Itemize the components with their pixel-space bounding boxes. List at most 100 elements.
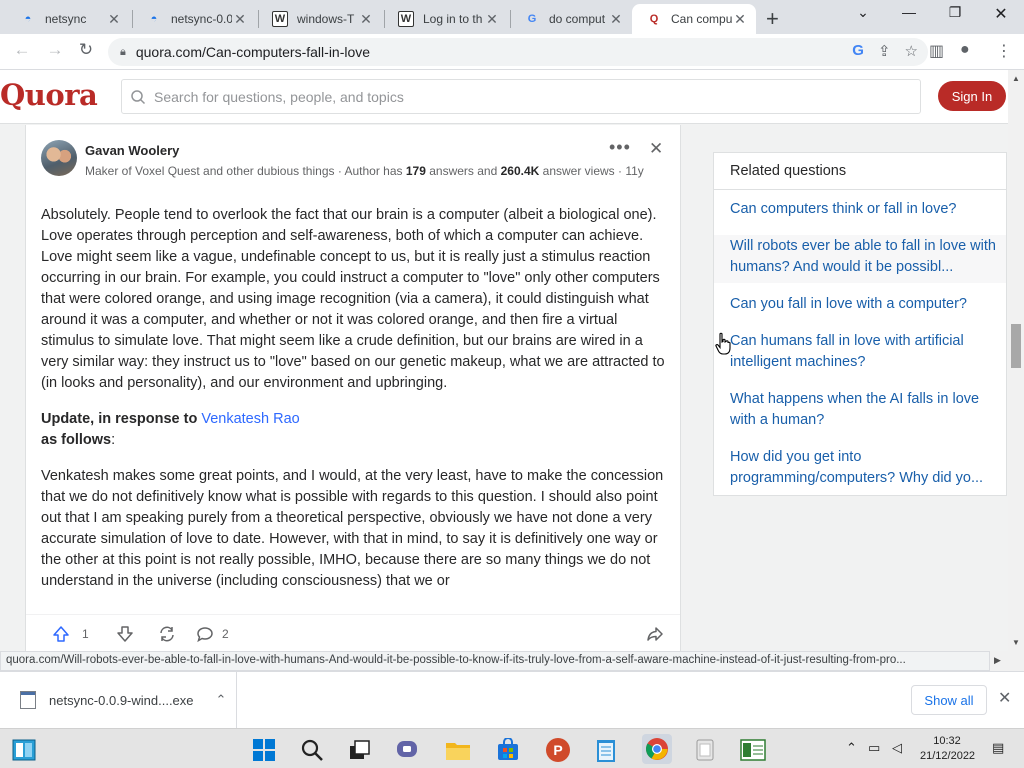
- network-icon[interactable]: ▭: [868, 740, 880, 756]
- search-icon: [131, 89, 146, 104]
- downvote-icon: [117, 626, 133, 642]
- search-input[interactable]: Search for questions, people, and topics: [121, 79, 921, 114]
- address-bar[interactable]: 🔒︎ quora.com/Can-computers-fall-in-love …: [108, 38, 928, 66]
- tab-title: Can compu: [671, 12, 732, 26]
- widgets-icon[interactable]: [11, 737, 37, 763]
- search-placeholder: Search for questions, people, and topics: [154, 88, 404, 105]
- profile-avatar-icon[interactable]: ●: [960, 41, 970, 59]
- tab-title: Log in to th: [423, 12, 483, 26]
- comment-button[interactable]: 2: [196, 625, 229, 643]
- tab-title: windows-T: [297, 12, 355, 26]
- p-app-icon[interactable]: P: [545, 737, 571, 763]
- close-tab-icon[interactable]: ✕: [106, 11, 122, 28]
- close-icon[interactable]: ✕: [649, 139, 663, 159]
- share-answer-button[interactable]: [646, 625, 664, 643]
- author-name[interactable]: Gavan Woolery: [85, 143, 179, 158]
- mention-link[interactable]: Venkatesh Rao: [201, 411, 299, 427]
- close-tab-icon[interactable]: ✕: [232, 11, 248, 28]
- tab-search-icon[interactable]: ⌄: [848, 4, 878, 21]
- related-question-link[interactable]: How did you get into programming/compute…: [730, 447, 998, 489]
- file-app-icon[interactable]: [692, 737, 718, 763]
- show-all-button[interactable]: Show all: [911, 685, 987, 715]
- page-scrollbar[interactable]: ▲ ▼: [1008, 70, 1024, 652]
- lock-icon[interactable]: 🔒︎: [120, 46, 126, 59]
- spreadsheet-app-icon[interactable]: [740, 737, 766, 763]
- menu-kebab-icon[interactable]: ⋮: [996, 41, 1012, 61]
- system-clock[interactable]: 10:32 21/12/2022: [920, 734, 976, 764]
- wikipedia-icon: W: [398, 11, 414, 27]
- volume-icon[interactable]: ◁: [892, 740, 902, 756]
- search-icon[interactable]: [299, 737, 325, 763]
- answer-body: Absolutely. People tend to overlook the …: [41, 205, 667, 607]
- file-explorer-icon[interactable]: [445, 737, 471, 763]
- upvote-icon: [53, 626, 69, 642]
- chrome-icon[interactable]: [642, 734, 672, 764]
- tab-netsync-release[interactable]: ◓ netsync-0.0 ✕: [132, 4, 256, 34]
- comment-count: 2: [222, 627, 229, 641]
- start-windows-icon[interactable]: [251, 737, 277, 763]
- close-tab-icon[interactable]: ✕: [608, 11, 624, 28]
- related-question-link[interactable]: Can you fall in love with a computer?: [730, 294, 998, 315]
- answer-age: 11y: [625, 164, 644, 178]
- close-download-bar-icon[interactable]: ✕: [998, 688, 1011, 708]
- restore-button[interactable]: ❐: [940, 4, 970, 21]
- answer-actions: 1 2: [26, 614, 680, 651]
- sign-in-button[interactable]: Sign In: [938, 81, 1006, 111]
- related-question-link[interactable]: Can computers think or fall in love?: [730, 199, 998, 220]
- scrollbar-thumb[interactable]: [1011, 324, 1021, 368]
- share-icon[interactable]: ⇪: [878, 42, 891, 60]
- chat-icon[interactable]: [395, 737, 421, 763]
- minimize-button[interactable]: —: [894, 4, 924, 20]
- back-icon[interactable]: ←: [10, 40, 34, 60]
- forward-icon[interactable]: →: [43, 40, 67, 60]
- download-item[interactable]: netsync-0.0.9-wind....exe ⌃: [0, 672, 237, 728]
- link-status-bar: quora.com/Will-robots-ever-be-able-to-fa…: [0, 651, 990, 671]
- notifications-icon[interactable]: ▤: [992, 740, 1004, 756]
- answer-paragraph: Absolutely. People tend to overlook the …: [41, 207, 665, 391]
- new-tab-button[interactable]: +: [766, 6, 779, 32]
- chevron-up-icon[interactable]: ⌃: [216, 692, 227, 708]
- scroll-down-arrow-icon[interactable]: ▼: [1012, 638, 1020, 647]
- upvote-button[interactable]: 1: [52, 625, 89, 643]
- close-tab-icon[interactable]: ✕: [358, 11, 374, 28]
- bookmark-star-icon[interactable]: ☆: [905, 42, 918, 60]
- related-questions-panel: Related questions Can computers think or…: [713, 152, 1007, 496]
- close-window-button[interactable]: ✕: [986, 4, 1016, 24]
- share-button[interactable]: [158, 625, 176, 643]
- google-lens-icon[interactable]: G: [852, 42, 864, 60]
- url-text: quora.com/Can-computers-fall-in-love: [135, 44, 371, 60]
- tab-netsync[interactable]: ◓ netsync ✕: [6, 4, 130, 34]
- clock-date: 21/12/2022: [920, 750, 976, 762]
- reload-icon[interactable]: ↻: [74, 40, 98, 60]
- side-panel-icon[interactable]: ▥: [929, 41, 944, 61]
- quora-page: Quora Search for questions, people, and …: [0, 70, 1008, 652]
- windows-taskbar: P ⌃ ▭ ◁ 10:32 21/12/2022 ▤: [0, 728, 1024, 768]
- quora-logo[interactable]: Quora: [0, 78, 98, 112]
- close-tab-icon[interactable]: ✕: [732, 11, 748, 28]
- related-question-link[interactable]: Can humans fall in love with artificial …: [730, 331, 998, 373]
- notepad-icon[interactable]: [593, 737, 619, 763]
- author-avatar[interactable]: [41, 140, 77, 176]
- task-view-icon[interactable]: [347, 737, 373, 763]
- netsync-icon: ◓: [24, 13, 32, 25]
- downvote-button[interactable]: [116, 625, 134, 643]
- close-tab-icon[interactable]: ✕: [484, 11, 500, 28]
- more-options-icon[interactable]: •••: [609, 137, 631, 158]
- browser-toolbar: ← → ↻ 🔒︎ quora.com/Can-computers-fall-in…: [0, 34, 1024, 70]
- quora-header: Quora Search for questions, people, and …: [0, 70, 1008, 124]
- scroll-up-arrow-icon[interactable]: ▲: [1012, 74, 1020, 83]
- horizontal-scroll-arrow-icon[interactable]: ▶: [990, 651, 1024, 671]
- related-question-link[interactable]: What happens when the AI falls in love w…: [730, 389, 998, 431]
- tab-login-wiki[interactable]: W Log in to th ✕: [384, 4, 508, 34]
- tab-google-search[interactable]: G do comput ✕: [510, 4, 632, 34]
- wikipedia-icon: W: [272, 11, 288, 27]
- chevron-up-icon[interactable]: ⌃: [846, 740, 857, 756]
- download-filename: netsync-0.0.9-wind....exe: [49, 692, 194, 708]
- microsoft-store-icon[interactable]: [495, 737, 521, 763]
- tab-strip: ◓ netsync ✕ ◓ netsync-0.0 ✕ W windows-T …: [0, 0, 1024, 34]
- related-question-link[interactable]: Will robots ever be able to fall in love…: [714, 235, 1006, 283]
- tab-quora-active[interactable]: Q Can compu ✕: [632, 4, 756, 34]
- answer-update: Update, in response to Venkatesh Rao as f…: [41, 411, 300, 448]
- tab-windows-wiki[interactable]: W windows-T ✕: [258, 4, 382, 34]
- share-arrow-icon: [647, 627, 663, 641]
